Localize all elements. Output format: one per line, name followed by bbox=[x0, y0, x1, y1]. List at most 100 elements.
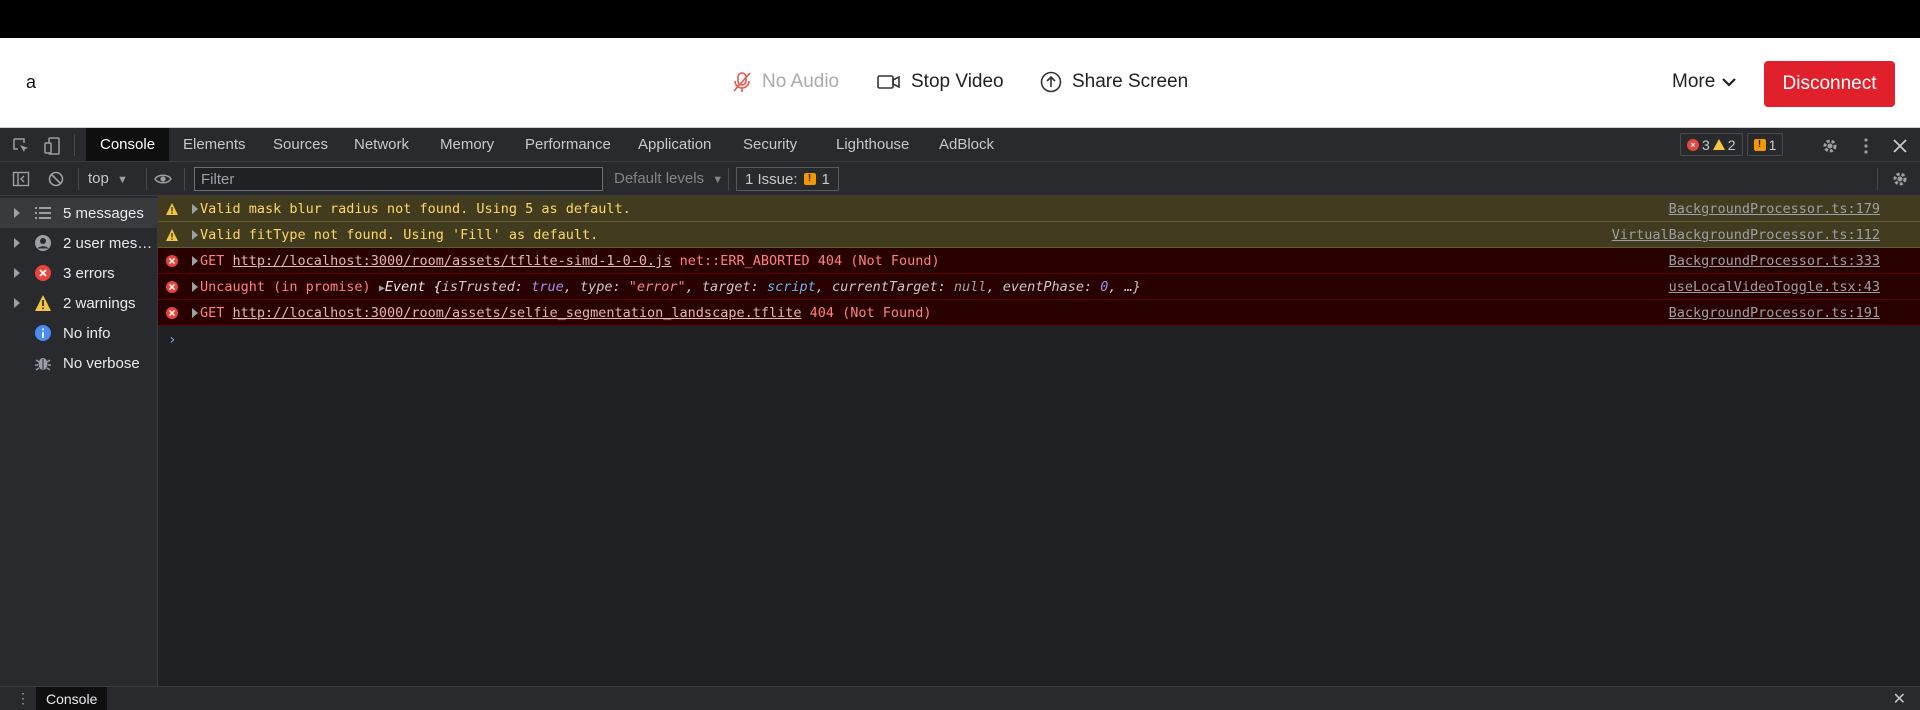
console-settings-gear-icon[interactable] bbox=[1891, 170, 1909, 188]
expand-caret-icon[interactable] bbox=[192, 204, 198, 214]
console-message-error[interactable]: GET http://localhost:3000/room/assets/tf… bbox=[158, 248, 1920, 274]
issues-button[interactable]: 1 Issue: ! 1 bbox=[736, 167, 839, 191]
tab-adblock[interactable]: AdBlock bbox=[925, 128, 1008, 161]
tab-lighthouse[interactable]: Lighthouse bbox=[822, 128, 923, 161]
message-text: Valid fitType not found. Using 'Fill' as… bbox=[200, 227, 599, 243]
expand-caret-icon bbox=[14, 208, 20, 218]
tab-application[interactable]: Application bbox=[624, 128, 725, 161]
message-text: Uncaught (in promise) ▶Event {isTrusted:… bbox=[200, 279, 1141, 295]
http-method: GET bbox=[200, 253, 225, 269]
video-toggle-label: Stop Video bbox=[911, 71, 1004, 92]
console-message-error[interactable]: GET http://localhost:3000/room/assets/se… bbox=[158, 300, 1920, 326]
error-prefix: Uncaught (in promise) bbox=[200, 279, 371, 295]
issues-count: 1 bbox=[821, 170, 830, 188]
source-link[interactable]: useLocalVideoToggle.tsx:43 bbox=[1669, 279, 1880, 295]
sidebar-label: 3 errors bbox=[63, 264, 115, 282]
issue-icon: ! bbox=[803, 173, 816, 185]
context-label: top bbox=[88, 170, 109, 187]
video-toggle-button[interactable]: Stop Video bbox=[877, 71, 1004, 93]
console-log: Valid mask blur radius not found. Using … bbox=[158, 196, 1920, 686]
expand-caret-icon bbox=[14, 238, 20, 248]
close-drawer-icon[interactable]: ✕ bbox=[1893, 689, 1906, 709]
sidebar-item-verbose[interactable]: No verbose bbox=[0, 348, 158, 378]
list-icon bbox=[35, 207, 51, 219]
prop-key: , type: bbox=[563, 279, 621, 295]
sidebar-item-messages[interactable]: 5 messages bbox=[0, 198, 158, 228]
tab-security[interactable]: Security bbox=[729, 128, 811, 161]
share-screen-button[interactable]: Share Screen bbox=[1040, 71, 1188, 93]
error-icon: × bbox=[1687, 138, 1699, 151]
source-link[interactable]: BackgroundProcessor.ts:191 bbox=[1669, 305, 1880, 321]
console-message-error[interactable]: Uncaught (in promise) ▶Event {isTrusted:… bbox=[158, 274, 1920, 300]
prop-value: "error" bbox=[628, 279, 686, 295]
sidebar-item-warnings[interactable]: 2 warnings bbox=[0, 288, 158, 318]
tab-sources[interactable]: Sources bbox=[259, 128, 342, 161]
devtools-tab-bar: Console Elements Sources Network Memory … bbox=[0, 128, 1920, 162]
filter-input[interactable] bbox=[194, 167, 603, 191]
error-count: 3 bbox=[1702, 136, 1710, 153]
browser-top-bar bbox=[0, 0, 1920, 38]
toolbar-divider bbox=[1877, 168, 1878, 190]
share-screen-label: Share Screen bbox=[1072, 71, 1189, 92]
toolbar-divider bbox=[184, 168, 185, 190]
sidebar-item-info[interactable]: No info bbox=[0, 318, 158, 348]
audio-toggle-label: No Audio bbox=[762, 71, 840, 92]
warning-icon bbox=[166, 229, 178, 241]
clear-console-icon[interactable] bbox=[47, 170, 65, 188]
sidebar-item-errors[interactable]: 3 errors bbox=[0, 258, 158, 288]
drawer-menu-icon[interactable]: ⋮ bbox=[16, 690, 30, 707]
sidebar-toggle-icon[interactable] bbox=[12, 170, 30, 188]
tab-console[interactable]: Console bbox=[86, 128, 170, 161]
toolbar-divider bbox=[78, 168, 79, 190]
console-sidebar: 5 messages 2 user messages 3 errors 2 wa… bbox=[0, 196, 158, 686]
context-selector[interactable]: top ▼ bbox=[88, 170, 128, 187]
share-arrow-icon bbox=[1040, 71, 1062, 93]
sidebar-item-user-messages[interactable]: 2 user messages bbox=[0, 228, 158, 258]
close-devtools-icon[interactable] bbox=[1891, 137, 1909, 155]
issues-counter[interactable]: ! 1 bbox=[1746, 133, 1784, 156]
tab-performance[interactable]: Performance bbox=[511, 128, 625, 161]
sidebar-label: No info bbox=[63, 324, 111, 342]
settings-gear-icon[interactable] bbox=[1821, 137, 1839, 155]
prop-key: , currentTarget: bbox=[815, 279, 946, 295]
inspect-element-icon[interactable] bbox=[12, 137, 30, 155]
console-prompt-chevron-icon[interactable]: › bbox=[168, 332, 176, 348]
more-menu-button[interactable]: More bbox=[1672, 71, 1737, 93]
live-expression-eye-icon[interactable] bbox=[154, 170, 172, 188]
tab-elements[interactable]: Elements bbox=[169, 128, 260, 161]
console-message-warning[interactable]: Valid fitType not found. Using 'Fill' as… bbox=[158, 222, 1920, 248]
error-icon bbox=[166, 281, 178, 293]
more-options-icon[interactable] bbox=[1857, 137, 1875, 155]
source-link[interactable]: BackgroundProcessor.ts:179 bbox=[1669, 201, 1880, 217]
log-levels-dropdown[interactable]: Default levels ▼ bbox=[614, 170, 723, 187]
expand-caret-icon bbox=[14, 298, 20, 308]
disconnect-button[interactable]: Disconnect bbox=[1764, 61, 1895, 107]
event-object[interactable]: Event {isTrusted: true, type: "error", t… bbox=[385, 279, 1141, 295]
expand-caret-icon[interactable] bbox=[192, 230, 198, 240]
warning-count: 2 bbox=[1727, 136, 1736, 153]
devtools-drawer: ⋮ Console ✕ bbox=[0, 686, 1920, 710]
levels-label: Default levels bbox=[614, 170, 705, 187]
issue-count: 1 bbox=[1768, 136, 1777, 153]
expand-caret-icon[interactable] bbox=[192, 282, 198, 292]
request-url[interactable]: http://localhost:3000/room/assets/tflite… bbox=[233, 253, 672, 269]
device-toolbar-icon[interactable] bbox=[44, 137, 62, 155]
expand-caret-icon bbox=[14, 268, 20, 278]
drawer-tab-console[interactable]: Console bbox=[36, 687, 108, 710]
user-icon bbox=[35, 235, 51, 251]
issue-icon: ! bbox=[1753, 138, 1766, 151]
sidebar-label: 5 messages bbox=[63, 204, 144, 222]
expand-caret-icon[interactable] bbox=[192, 308, 198, 318]
console-toolbar: top ▼ Default levels ▼ 1 Issue: ! 1 bbox=[0, 162, 1920, 196]
audio-toggle-button[interactable]: No Audio bbox=[732, 71, 839, 93]
request-url[interactable]: http://localhost:3000/room/assets/selfie… bbox=[233, 305, 802, 321]
dropdown-arrow-icon: ▼ bbox=[117, 174, 128, 186]
tab-memory[interactable]: Memory bbox=[426, 128, 508, 161]
prop-value: script bbox=[766, 279, 816, 295]
source-link[interactable]: VirtualBackgroundProcessor.ts:112 bbox=[1612, 227, 1880, 243]
expand-caret-icon[interactable] bbox=[192, 256, 198, 266]
error-warning-counter[interactable]: × 3 2 bbox=[1680, 133, 1743, 156]
source-link[interactable]: BackgroundProcessor.ts:333 bbox=[1669, 253, 1880, 269]
console-message-warning[interactable]: Valid mask blur radius not found. Using … bbox=[158, 196, 1920, 222]
tab-network[interactable]: Network bbox=[340, 128, 423, 161]
